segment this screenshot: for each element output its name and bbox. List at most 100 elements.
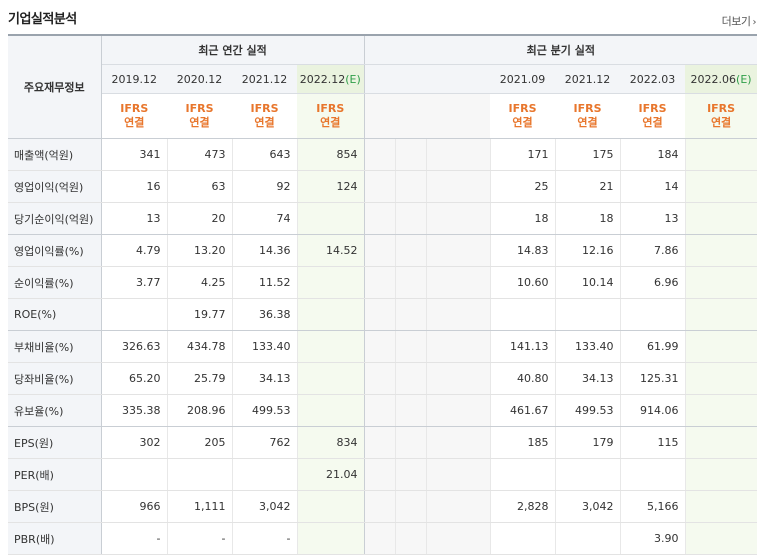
annual-value: 473 — [166, 138, 232, 171]
quarter-period-estimate: 2022.06(E) — [685, 64, 758, 94]
table-row: PBR(배) - - -3.90 — [8, 522, 758, 555]
blank-period — [426, 64, 491, 94]
blank-cell — [425, 394, 491, 427]
quarter-value: 7.86 — [619, 234, 686, 267]
blank-cell — [425, 138, 491, 171]
quarter-value: 14.83 — [489, 234, 556, 267]
row-label: 영업이익률(%) — [8, 234, 102, 267]
quarter-value: 184 — [619, 138, 686, 171]
annual-value: 208.96 — [166, 394, 232, 427]
quarter-value: 18 — [489, 202, 556, 235]
ifrs-badge: IFRS 연결 — [167, 93, 232, 139]
annual-value: 65.20 — [100, 362, 167, 395]
annual-value: 1,111 — [166, 490, 232, 523]
blank-cell — [363, 266, 396, 299]
annual-value: 4.79 — [100, 234, 167, 267]
quarter-value — [554, 522, 621, 555]
table-row: EPS(원) 302 205 762 834 185 179 115 — [8, 426, 758, 459]
quarter-value — [619, 458, 686, 491]
blank-period — [363, 64, 396, 94]
more-link[interactable]: 더보기 › — [721, 13, 757, 29]
annual-value: - — [231, 522, 297, 555]
blank-cell — [425, 362, 491, 395]
blank-cell — [395, 93, 427, 139]
quarter-value — [684, 170, 758, 203]
blank-cell — [363, 458, 396, 491]
more-label: 더보기 — [721, 15, 751, 28]
quarter-value: 61.99 — [619, 330, 686, 363]
quarter-value: 179 — [554, 426, 621, 459]
ifrs-badge: IFRS 연결 — [620, 93, 686, 139]
annual-value: 19.77 — [166, 298, 232, 331]
annual-value: 854 — [296, 138, 365, 171]
annual-period: 2020.12 — [167, 64, 232, 94]
blank-cell — [394, 362, 427, 395]
quarter-value: 13 — [619, 202, 686, 235]
annual-value: 20 — [166, 202, 232, 235]
quarter-value: 18 — [554, 202, 621, 235]
quarter-value — [554, 298, 621, 331]
quarter-value: 12.16 — [554, 234, 621, 267]
financial-table: 주요재무정보 최근 연간 실적 최근 분기 실적 2019.12 2020.12… — [8, 34, 758, 555]
quarter-value: 5,166 — [619, 490, 686, 523]
quarter-period: 2021.12 — [555, 64, 621, 94]
annual-value: 341 — [100, 138, 167, 171]
quarter-value: 125.31 — [619, 362, 686, 395]
estimate-mark: (E) — [345, 72, 361, 86]
ifrs-badge: IFRS 연결 — [555, 93, 621, 139]
annual-value: 326.63 — [100, 330, 167, 363]
annual-value: 966 — [100, 490, 167, 523]
quarter-value — [684, 394, 758, 427]
table-row: 영업이익(억원) 16 63 92 124 25 21 14 — [8, 170, 758, 203]
blank-cell — [425, 266, 491, 299]
blank-cell — [425, 330, 491, 363]
blank-cell — [363, 522, 396, 555]
blank-cell — [363, 93, 396, 139]
annual-value: 14.36 — [231, 234, 297, 267]
quarter-value — [684, 234, 758, 267]
annual-period-estimate: 2022.12(E) — [297, 64, 365, 94]
quarter-value: 10.14 — [554, 266, 621, 299]
blank-cell — [363, 490, 396, 523]
blank-cell — [425, 490, 491, 523]
blank-cell — [363, 234, 396, 267]
table-row: 유보율(%) 335.38 208.96 499.53 461.67 499.53 914.… — [8, 394, 758, 427]
quarter-value: 3,042 — [554, 490, 621, 523]
quarter-value — [684, 266, 758, 299]
estimate-mark: (E) — [736, 72, 752, 86]
annual-value — [166, 458, 232, 491]
annual-value: 499.53 — [231, 394, 297, 427]
blank-cell — [394, 458, 427, 491]
annual-value: 14.52 — [296, 234, 365, 267]
annual-value: 643 — [231, 138, 297, 171]
quarter-value — [554, 458, 621, 491]
annual-period: 2019.12 — [101, 64, 167, 94]
annual-value: 133.40 — [231, 330, 297, 363]
quarter-value — [489, 298, 556, 331]
blank-cell — [425, 298, 491, 331]
blank-cell — [363, 362, 396, 395]
blank-cell — [425, 458, 491, 491]
table-body: 매출액(억원) 341 473 643 854 171 175 184 영업이익(억원) 16 63… — [8, 138, 758, 555]
row-label: 당기순이익(억원) — [8, 202, 102, 235]
quarter-value — [684, 298, 758, 331]
annual-value: 16 — [100, 170, 167, 203]
row-label: 유보율(%) — [8, 394, 102, 427]
blank-cell — [394, 266, 427, 299]
ifrs-badge: IFRS 연결 — [490, 93, 556, 139]
annual-value: 335.38 — [100, 394, 167, 427]
annual-value — [100, 458, 167, 491]
table-row: 순이익률(%) 3.77 4.25 11.52 10.60 10.14 6.96 — [8, 266, 758, 299]
annual-value — [296, 490, 365, 523]
annual-value — [296, 298, 365, 331]
annual-value — [296, 394, 365, 427]
annual-value — [296, 266, 365, 299]
blank-cell — [394, 138, 427, 171]
annual-value: 13.20 — [166, 234, 232, 267]
quarter-value — [684, 330, 758, 363]
table-row: 매출액(억원) 341 473 643 854 171 175 184 — [8, 138, 758, 171]
annual-value — [100, 298, 167, 331]
quarter-value: 2,828 — [489, 490, 556, 523]
blank-cell — [425, 202, 491, 235]
quarter-value: 171 — [489, 138, 556, 171]
